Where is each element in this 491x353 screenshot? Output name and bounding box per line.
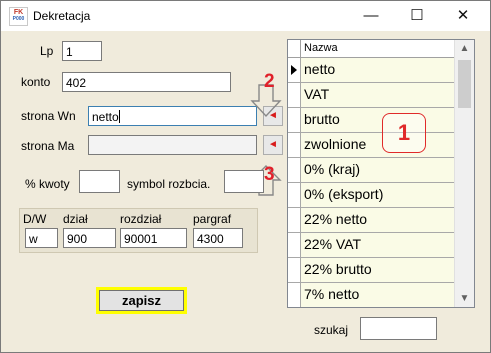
- symbol-rozbicia-input[interactable]: [224, 170, 264, 193]
- row-selector[interactable]: [288, 133, 301, 157]
- column-header-nazwa[interactable]: Nazwa: [304, 40, 338, 57]
- maximize-button[interactable]: ☐: [394, 1, 440, 31]
- save-button[interactable]: zapisz: [99, 290, 184, 311]
- list-item[interactable]: netto: [288, 58, 455, 83]
- dw-label: D/W: [23, 212, 47, 226]
- konto-label: konto: [21, 75, 51, 89]
- text-caret: [118, 110, 120, 123]
- strona-ma-input[interactable]: [88, 135, 257, 155]
- minimize-button[interactable]: —: [348, 1, 394, 31]
- list-item-label: 7% netto: [304, 286, 360, 302]
- rozdzial-input[interactable]: 90001: [120, 228, 187, 248]
- paragraf-label: pargraf: [193, 212, 232, 226]
- annotation-marker-2: 2: [264, 71, 275, 92]
- list-item[interactable]: VAT: [288, 83, 455, 108]
- row-selector[interactable]: [288, 58, 301, 82]
- list-item[interactable]: brutto: [288, 108, 455, 133]
- list-rows: netto VAT brutto zwolnione 0% (kraj) 0% (eksp…: [288, 58, 455, 307]
- save-button-highlight: zapisz: [96, 287, 187, 314]
- window-title: Dekretacja: [33, 9, 91, 23]
- row-selector[interactable]: [288, 183, 301, 207]
- row-selector[interactable]: [288, 258, 301, 282]
- scroll-up-icon[interactable]: ▲: [455, 40, 474, 57]
- app-icon-text: FK: [13, 9, 24, 16]
- close-icon: ✕: [456, 7, 470, 24]
- procent-kwoty-input[interactable]: [79, 170, 120, 193]
- scroll-down-icon[interactable]: ▼: [455, 290, 474, 307]
- list-item[interactable]: 7% netto: [288, 283, 455, 307]
- row-selector[interactable]: [288, 233, 301, 257]
- list-item-label: 0% (kraj): [304, 161, 361, 177]
- classification-group: D/W w dział 900 rozdział 90001 pargraf 4…: [19, 208, 258, 253]
- strona-wn-input[interactable]: netto: [88, 106, 257, 126]
- procent-kwoty-label: % kwoty: [25, 177, 70, 191]
- dzial-input[interactable]: 900: [63, 228, 116, 248]
- list-item-label: brutto: [304, 111, 340, 127]
- scroll-thumb[interactable]: [458, 60, 471, 108]
- symbol-rozbicia-label: symbol rozbcia.: [127, 177, 211, 191]
- app-icon-subtext: P000: [12, 16, 25, 22]
- title-bar: FK P000 Dekretacja — ☐ ✕: [1, 1, 490, 31]
- list-item-label: 22% VAT: [304, 236, 362, 252]
- dw-input[interactable]: w: [25, 228, 58, 248]
- lp-input[interactable]: 1: [62, 41, 102, 61]
- header-row-selector: [288, 40, 301, 57]
- szukaj-label: szukaj: [314, 323, 349, 337]
- dzial-label: dział: [63, 212, 88, 226]
- row-selector[interactable]: [288, 108, 301, 132]
- list-item-label: 22% netto: [304, 211, 368, 227]
- list-item-label: VAT: [304, 86, 330, 102]
- lp-label: Lp: [40, 44, 54, 58]
- search-input[interactable]: [360, 317, 437, 340]
- strona-ma-label: strona Ma: [21, 139, 75, 153]
- row-selector[interactable]: [288, 83, 301, 107]
- form-area: Lp 1 konto 402 strona Wn netto ◄ strona …: [1, 31, 490, 352]
- list-scrollbar[interactable]: ▲ ▼: [454, 40, 474, 307]
- list-item[interactable]: 22% brutto: [288, 258, 455, 283]
- konto-input[interactable]: 402: [62, 72, 231, 92]
- list-item[interactable]: 22% netto: [288, 208, 455, 233]
- list-item-label: netto: [304, 61, 336, 77]
- list-item[interactable]: 22% VAT: [288, 233, 455, 258]
- list-item[interactable]: 0% (kraj): [288, 158, 455, 183]
- list-item-label: 0% (eksport): [304, 186, 384, 202]
- list-item-label: zwolnione: [304, 136, 367, 152]
- list-item[interactable]: 0% (eksport): [288, 183, 455, 208]
- maximize-icon: ☐: [410, 7, 424, 24]
- list-item[interactable]: zwolnione: [288, 133, 455, 158]
- strona-wn-value: netto: [92, 110, 119, 124]
- strona-wn-label: strona Wn: [21, 109, 76, 123]
- row-selector[interactable]: [288, 208, 301, 232]
- row-selector[interactable]: [288, 158, 301, 182]
- row-selector[interactable]: [288, 283, 301, 307]
- dekretacja-window: FK P000 Dekretacja — ☐ ✕ Lp 1 konto 402 …: [0, 0, 491, 353]
- annotation-marker-1: 1: [382, 113, 426, 153]
- close-button[interactable]: ✕: [440, 1, 486, 31]
- current-row-pointer-icon: [291, 65, 297, 75]
- list-header: Nazwa: [288, 40, 455, 58]
- paragraf-input[interactable]: 4300: [193, 228, 243, 248]
- rozdzial-label: rozdział: [120, 212, 162, 226]
- account-names-list[interactable]: Nazwa netto VAT brutto zwolnione 0% (kraj) 0%…: [287, 39, 475, 308]
- list-item-label: 22% brutto: [304, 261, 372, 277]
- app-icon: FK P000: [9, 7, 28, 26]
- minimize-icon: —: [363, 7, 379, 24]
- annotation-marker-3: 3: [264, 164, 275, 185]
